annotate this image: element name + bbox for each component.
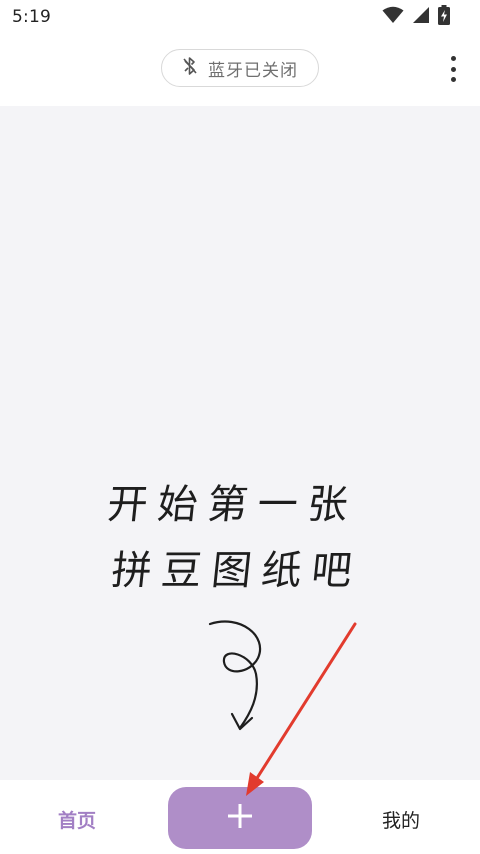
- plus-icon: [227, 803, 253, 833]
- more-vert-icon[interactable]: [448, 56, 458, 82]
- empty-canvas: 开始第一张 拼豆图纸吧: [0, 106, 480, 780]
- nav-tab-mine[interactable]: 我的: [382, 806, 420, 833]
- app-header: 蓝牙已关闭: [0, 36, 480, 106]
- wifi-icon: [382, 6, 404, 28]
- nav-tab-home[interactable]: 首页: [58, 806, 96, 833]
- battery-charging-icon: [438, 5, 450, 29]
- bluetooth-status-text: 蓝牙已关闭: [208, 60, 298, 81]
- status-time: 5:19: [12, 7, 51, 27]
- status-bar: 5:19: [0, 0, 480, 36]
- bluetooth-status-chip[interactable]: 蓝牙已关闭: [161, 49, 319, 87]
- status-icons: [382, 5, 450, 29]
- add-button[interactable]: [168, 787, 312, 849]
- cell-signal-icon: [412, 6, 430, 28]
- bluetooth-off-icon: [182, 56, 198, 80]
- bottom-nav: 首页 我的: [0, 780, 480, 854]
- curly-arrow-down-icon: [208, 620, 261, 731]
